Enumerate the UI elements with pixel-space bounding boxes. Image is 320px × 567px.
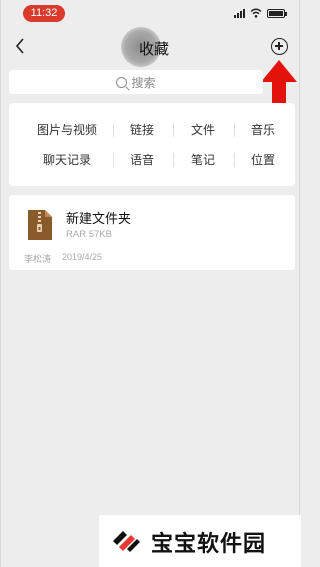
phone-screen: 11:32 收藏 搜索 图片与视频 链接 文件 音乐 聊天记录 语音 笔记 位置… — [0, 0, 301, 567]
divider — [173, 153, 174, 167]
add-button[interactable] — [271, 38, 288, 55]
watermark-text: 宝宝软件园 — [151, 532, 267, 557]
nav-bar: 收藏 — [1, 27, 301, 67]
file-name: 新建文件夹 — [66, 212, 132, 227]
category-notes[interactable]: 笔记 — [175, 150, 231, 170]
category-row: 图片与视频 链接 文件 音乐 — [9, 120, 295, 140]
watermark: 宝宝软件园 — [99, 515, 301, 567]
status-time: 11:32 — [23, 5, 65, 22]
chevron-left-icon — [15, 38, 24, 54]
favorite-item[interactable]: 新建文件夹 RAR 57KB 李松涛 2019/4/25 — [9, 195, 295, 270]
signal-icon — [234, 8, 245, 18]
category-voice[interactable]: 语音 — [114, 150, 170, 170]
category-photos-videos[interactable]: 图片与视频 — [25, 120, 109, 140]
file-meta: RAR 57KB — [66, 229, 112, 240]
title-area: 收藏 — [121, 27, 181, 67]
category-music[interactable]: 音乐 — [235, 120, 291, 140]
category-card: 图片与视频 链接 文件 音乐 聊天记录 语音 笔记 位置 — [9, 103, 295, 186]
search-placeholder: 搜索 — [131, 75, 156, 90]
battery-icon — [267, 8, 287, 18]
divider — [173, 123, 174, 137]
category-files[interactable]: 文件 — [175, 120, 231, 140]
search-icon — [116, 76, 128, 88]
file-date: 2019/4/25 — [62, 252, 103, 262]
category-row: 聊天记录 语音 笔记 位置 — [9, 150, 295, 170]
wifi-icon — [250, 8, 262, 18]
category-chat-history[interactable]: 聊天记录 — [25, 150, 109, 170]
back-button[interactable] — [9, 34, 31, 58]
category-links[interactable]: 链接 — [114, 120, 170, 140]
search-bar[interactable]: 搜索 — [9, 70, 263, 94]
file-author: 李松涛 — [24, 255, 52, 265]
zip-file-icon — [28, 210, 52, 240]
category-location[interactable]: 位置 — [235, 150, 291, 170]
page-title: 收藏 — [139, 40, 170, 58]
status-bar: 11:32 — [1, 0, 301, 22]
watermark-logo-icon — [113, 531, 140, 552]
status-icons — [234, 7, 287, 19]
